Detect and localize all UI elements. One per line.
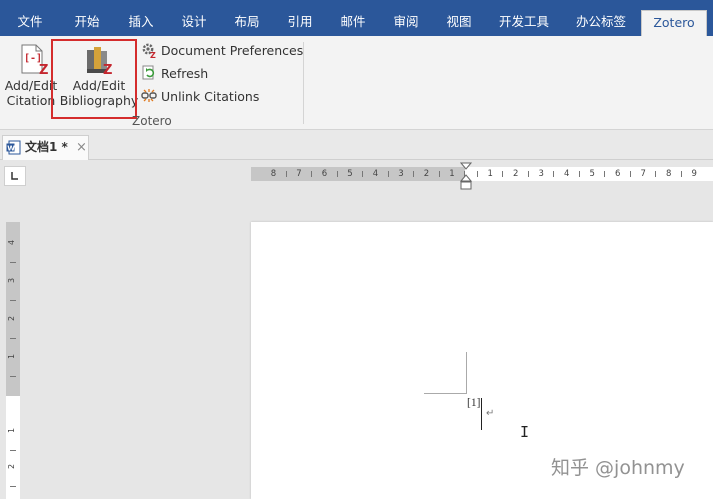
ruler-tick [578, 171, 580, 177]
refresh-label: Refresh [161, 66, 209, 81]
ruler-number: 5 [589, 169, 595, 179]
ruler-number: 1 [7, 353, 17, 360]
document-tab[interactable]: W 文档1 * × [2, 135, 89, 160]
word-doc-icon: W [6, 140, 21, 155]
ruler-tick [387, 171, 389, 177]
text-caret [481, 398, 482, 430]
tab-developer[interactable]: 开发工具 [488, 10, 560, 36]
ruler-number: 4 [7, 239, 17, 246]
tab-layout[interactable]: 布局 [222, 10, 272, 36]
ruler-number: 3 [398, 169, 404, 179]
gear-icon: Z [142, 43, 156, 58]
tab-review[interactable]: 审阅 [380, 10, 432, 36]
tab-view[interactable]: 视图 [433, 10, 485, 36]
ruler-number: 8 [666, 169, 672, 179]
tab-mailings[interactable]: 邮件 [327, 10, 379, 36]
ribbon-tab-bar: 文件 开始 插入 设计 布局 引用 邮件 审阅 视图 开发工具 办公标签 Zot… [0, 4, 713, 37]
ruler-tick [655, 171, 657, 177]
left-tab-stop-icon [11, 172, 18, 180]
ruler-tick [502, 171, 504, 177]
ruler-number: 3 [7, 277, 17, 284]
ruler-number: 2 [7, 315, 17, 322]
svg-text:W: W [7, 144, 15, 152]
ruler-tick [629, 171, 631, 177]
ruler-number: 1 [449, 169, 455, 179]
tab-design[interactable]: 设计 [168, 10, 220, 36]
ruler-number: 1 [487, 169, 493, 179]
ruler-tick [604, 171, 606, 177]
ruler-number: 2 [423, 169, 430, 179]
ruler-number: 5 [347, 169, 353, 179]
ruler-number: 1 [7, 427, 17, 434]
citation-marker[interactable]: [1] [467, 397, 480, 409]
ruler-number: 4 [372, 169, 379, 179]
ruler-tick [527, 171, 529, 177]
margin-corner-horizontal [424, 393, 467, 394]
broken-link-icon [141, 89, 157, 102]
ribbon-panel: [-] Z Add/Edit Citation Z Add/Edit Bibli… [0, 36, 713, 130]
unlink-citations-label: Unlink Citations [161, 89, 260, 104]
ruler-row: 8 7 6 5 4 3 2 1 1 2 3 4 5 6 7 8 9 [0, 161, 713, 191]
horizontal-ruler[interactable]: 8 7 6 5 4 3 2 1 1 2 3 4 5 6 7 8 9 [251, 167, 713, 181]
ruler-number: 9 [691, 169, 697, 179]
tab-office-tab[interactable]: 办公标签 [564, 10, 638, 36]
margin-corner-vertical [466, 352, 467, 394]
ruler-tick [438, 171, 440, 177]
document-preferences-label: Document Preferences [161, 43, 304, 58]
document-tab-name: 文档1 * [25, 140, 68, 154]
citation-icon: [-] Z [21, 44, 48, 76]
refresh-button[interactable]: Refresh [141, 64, 208, 84]
ruler-tick [311, 171, 312, 177]
document-preferences-button[interactable]: Z Document Preferences [141, 41, 303, 61]
ibeam-cursor-icon: I [520, 423, 530, 441]
svg-text:Z: Z [150, 51, 156, 58]
ruler-tick [10, 450, 16, 451]
ruler-tick [336, 171, 338, 177]
ruler-tick [413, 171, 414, 177]
ruler-tick [476, 171, 478, 177]
tab-file[interactable]: 文件 [4, 10, 56, 36]
ruler-tick [10, 338, 16, 339]
watermark: 知乎 @johnmy [551, 457, 685, 479]
ruler-number: 6 [615, 169, 621, 179]
ruler-number: 7 [296, 169, 302, 179]
ruler-number: 7 [640, 169, 646, 179]
paragraph-mark: ↵ [486, 408, 495, 419]
refresh-icon [142, 65, 155, 80]
ruler-tick [362, 171, 363, 177]
unlink-citations-button[interactable]: Unlink Citations [141, 87, 259, 107]
ruler-number: 6 [321, 169, 328, 179]
ruler-tick [285, 171, 287, 177]
ruler-number: 8 [270, 169, 277, 179]
zotero-group-label: Zotero [132, 114, 172, 128]
vertical-ruler[interactable]: 4 3 2 1 1 2 [6, 222, 20, 499]
svg-text:Z: Z [39, 63, 48, 76]
tab-home[interactable]: 开始 [60, 10, 114, 36]
close-tab-icon[interactable]: × [76, 136, 87, 159]
tab-insert[interactable]: 插入 [116, 10, 166, 36]
ruler-tick [10, 486, 16, 487]
tab-zotero[interactable]: Zotero [641, 10, 707, 37]
ruler-top-margin-shade [6, 222, 20, 396]
document-tab-strip: W 文档1 * × [0, 130, 713, 160]
ruler-number: 2 [513, 169, 519, 179]
ruler-left-margin-shade [251, 167, 465, 181]
ruler-number: 4 [564, 169, 570, 179]
selection-highlight [51, 39, 137, 119]
tab-references[interactable]: 引用 [274, 10, 326, 36]
group-separator [303, 42, 304, 124]
ruler-number: 2 [7, 463, 17, 470]
ruler-tick [10, 376, 16, 377]
ruler-number: 3 [538, 169, 544, 179]
ruler-tick [680, 171, 682, 177]
indent-marker-icon[interactable] [460, 162, 472, 192]
tab-stop-selector[interactable] [4, 166, 26, 186]
ruler-tick [10, 262, 16, 263]
ruler-tick [10, 300, 16, 301]
ruler-tick [553, 171, 555, 177]
